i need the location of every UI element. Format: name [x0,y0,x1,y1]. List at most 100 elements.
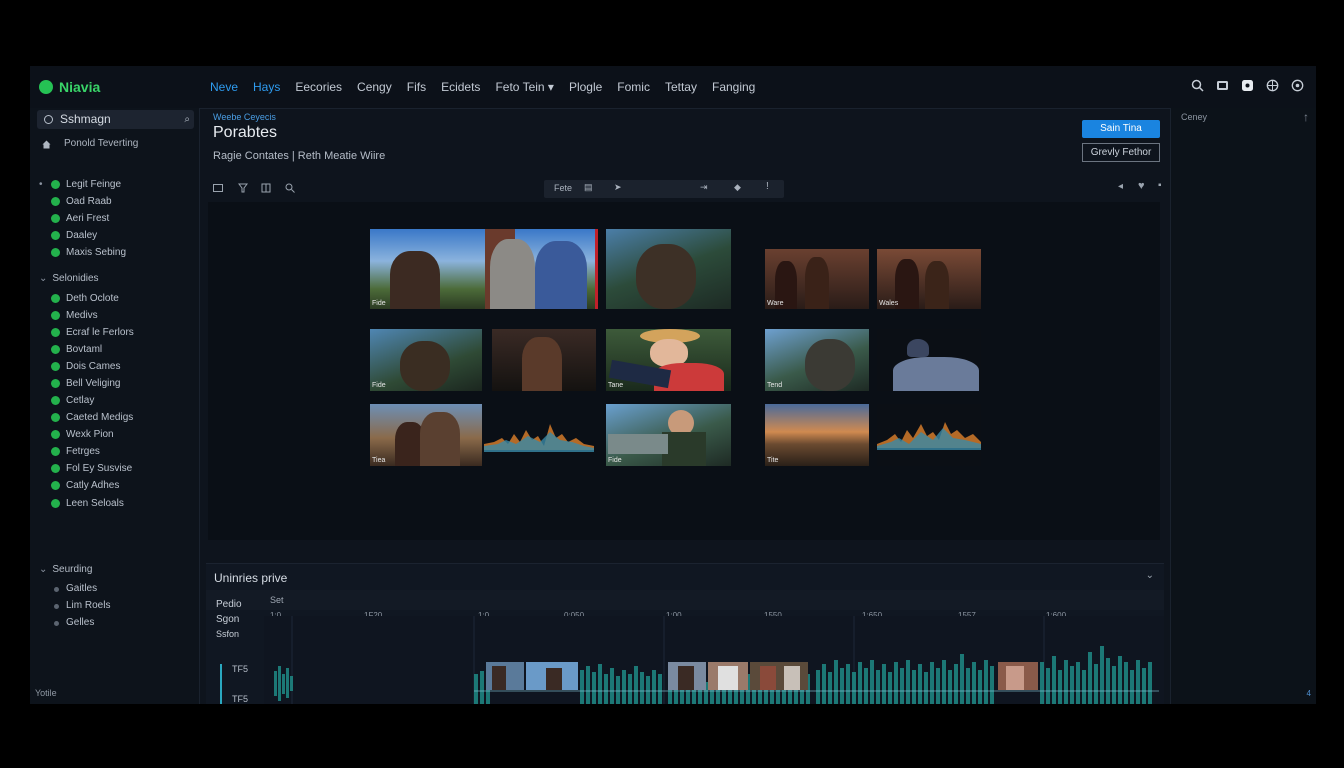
nav-item[interactable]: Feto Tein ▾ [495,80,554,94]
filter-icon[interactable] [238,183,248,193]
toolbar-label[interactable]: Fete [554,183,572,193]
status-dot-icon [51,464,60,473]
chevron-down-icon: ⌄ [39,564,48,575]
sidebar-item-label: Wexk Pion [66,429,114,440]
sidebar-item-label: Legit Feinge [66,179,122,190]
search-value: Sshmagn [60,112,111,126]
shield-icon[interactable] [1241,79,1254,92]
settings-icon[interactable] [1291,79,1304,92]
media-thumbnail[interactable]: Tane [606,329,731,391]
cursor-icon[interactable]: ➤ [614,182,622,193]
sidebar-item-label: Oad Raab [66,196,112,207]
sidebar-item-label: Maxis Sebing [66,247,127,258]
media-thumbnail[interactable]: Tite [765,404,869,466]
person-figure [535,241,587,309]
person-figure [925,261,949,309]
heart-icon[interactable]: ♥ [1138,180,1145,192]
media-thumbnail[interactable]: Fide [370,229,598,309]
group-header[interactable]: ⌄ Seurding [39,564,92,575]
right-panel: Ceney ↑ 4 [1170,108,1316,704]
nav-item[interactable]: Ecidets [441,80,480,94]
media-thumbnail[interactable]: Ware [765,249,869,309]
nav-item[interactable]: Eecories [295,80,342,94]
main-panel: Weebe Ceyecis Porabtes Ragie Contates | … [200,108,1168,704]
top-icons [1191,79,1304,92]
share-icon[interactable]: ◂ [1118,181,1123,192]
app-name: Niavia [59,79,101,95]
nav-item[interactable]: Plogle [569,80,602,94]
person-figure [893,357,979,391]
media-grid: Fide Ware Wales Fide Tane Tend Tiea Fide… [208,202,1160,540]
arrow-up-icon[interactable]: ↑ [1303,110,1309,124]
sidebar-item-label: Fol Ey Susvise [66,463,133,474]
search-icon [44,115,53,124]
grid-view-icon[interactable] [213,183,223,193]
primary-button[interactable]: Sain Tina [1082,120,1160,138]
chevron-down-icon[interactable]: ⌄ [1146,570,1154,581]
media-thumbnail[interactable]: Fide [606,404,731,466]
magnifier-icon[interactable]: ⌕ [184,110,190,129]
nav-item[interactable]: Fifs [407,80,426,94]
top-bar: Niavia Neve Hays Eecories Cengy Fifs Eci… [30,66,1316,109]
media-thumbnail[interactable]: Tiea [370,404,482,466]
toolbar-controls: Fete ▤ ➤ ⇥ ◆ ! [544,180,784,198]
sidebar-item-label: Leen Seloals [66,498,124,509]
copy-icon[interactable]: ▤ [584,182,593,193]
timeline-track[interactable] [264,616,1164,704]
audio-waveform[interactable] [877,404,981,466]
status-dot-icon [51,231,60,240]
status-dot-icon [51,379,60,388]
person-figure [805,339,855,391]
globe-icon[interactable] [1266,79,1279,92]
audio-waveform[interactable] [484,416,594,466]
secondary-button[interactable]: Grevly Fethor [1082,143,1160,162]
media-thumbnail[interactable]: Fide [370,329,482,391]
sidebar-item-label: Gelles [66,617,95,628]
nav-item[interactable]: Fanging [712,80,755,94]
media-thumbnail[interactable]: Wales [877,249,981,309]
bullet-icon [54,587,59,592]
nav-item[interactable]: Cengy [357,80,392,94]
info-icon[interactable]: ! [766,181,769,192]
search-icon[interactable] [285,183,295,193]
media-thumbnail[interactable] [606,229,731,309]
person-figure [895,259,919,309]
group-header[interactable]: • [39,179,48,190]
sidebar-item-label: Medivs [66,310,98,321]
set-label: Set [270,595,284,605]
sidebar-item-label: Lim Roels [66,600,111,611]
breadcrumb[interactable]: Weebe Ceyecis [213,112,276,122]
status-dot-icon [51,214,60,223]
status-dot-icon [51,447,60,456]
nav-item[interactable]: Neve [210,80,238,94]
status-dot-icon [51,481,60,490]
nav-item[interactable]: Tettay [665,80,697,94]
thumbnail-label: Ware [767,300,784,307]
recent-label: Ponold Teverting [64,138,139,149]
group-title: Seurding [52,564,93,575]
nav-item[interactable]: Hays [253,80,280,94]
thumbnail-label: Wales [879,300,899,307]
search-icon[interactable] [1191,79,1204,92]
track-label: TF5 [232,694,249,704]
top-nav: Neve Hays Eecories Cengy Fifs Ecidets Fe… [210,80,755,94]
thumbnail-label: Fide [608,457,622,464]
more-icon[interactable]: ▪ [1158,180,1162,191]
timeline-left-labels: Pedio Sgon Ssfon [216,597,242,642]
media-thumbnail[interactable] [492,329,596,391]
waveform-graphic [484,424,594,452]
nav-item[interactable]: Fomic [617,80,650,94]
media-thumbnail[interactable] [877,329,981,391]
panel-icon[interactable] [261,183,271,193]
image-icon[interactable] [1216,79,1229,92]
export-icon[interactable]: ⇥ [700,182,708,193]
timeline-waveform [274,616,1159,704]
tag-icon[interactable]: ◆ [734,182,741,193]
app-logo[interactable]: Niavia [39,79,100,95]
media-thumbnail[interactable]: Tend [765,329,869,391]
group-title: Selonidies [52,273,99,284]
chevron-down-icon: • [39,179,43,190]
logo-icon [39,80,53,94]
group-header[interactable]: ⌄ Selonidies [39,273,99,284]
search-input[interactable]: Sshmagn ⌕ [37,110,194,129]
